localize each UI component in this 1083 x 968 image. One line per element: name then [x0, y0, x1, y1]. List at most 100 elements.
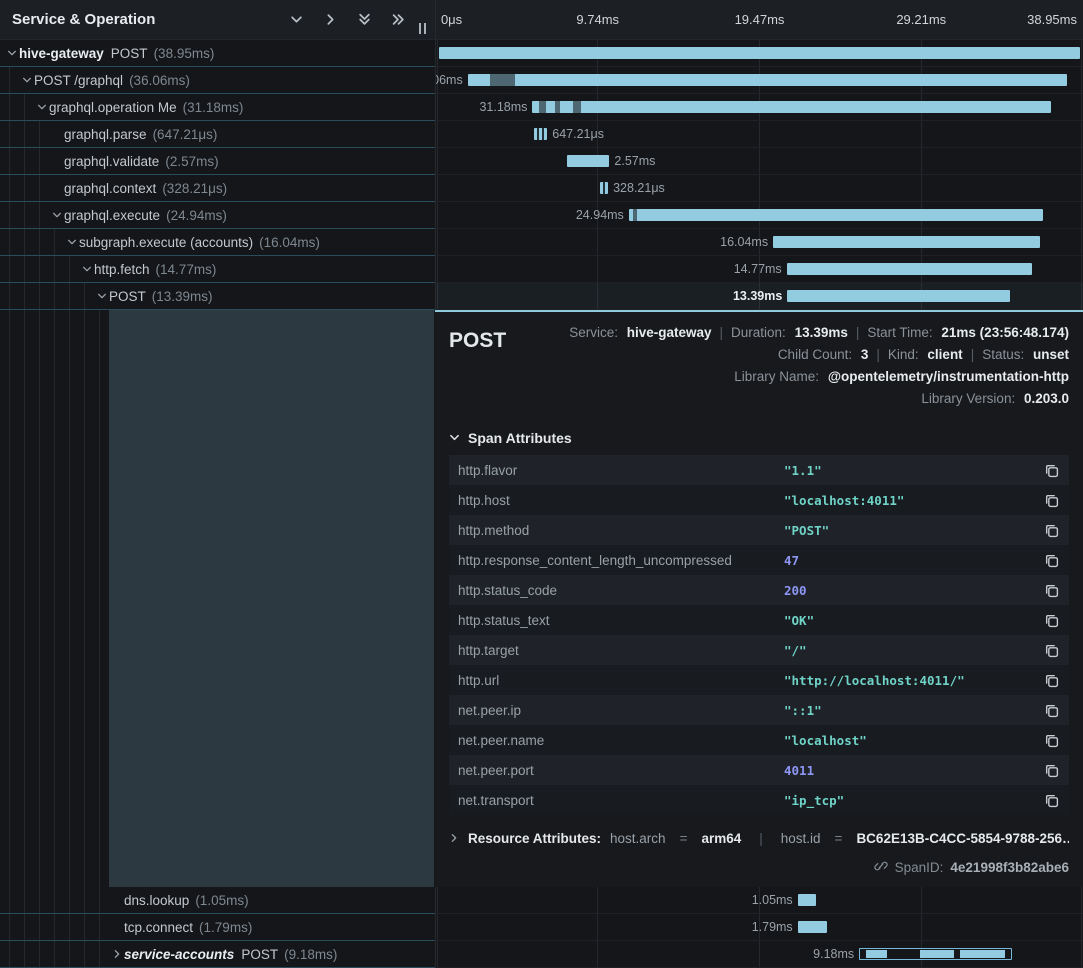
span-bar[interactable] — [773, 236, 1040, 248]
chevron-right-button[interactable] — [322, 11, 339, 28]
tree-row-label-cell[interactable]: POST(13.39ms) — [0, 283, 435, 310]
span-bar-cell[interactable]: 1.79ms — [435, 914, 1083, 941]
tree-row-label-cell[interactable]: service-accountsPOST(9.18ms) — [0, 941, 435, 968]
double-chevron-right-button[interactable] — [390, 11, 407, 28]
chevron-down-icon[interactable] — [49, 210, 64, 220]
tree-row[interactable]: graphql.validate(2.57ms) 2.57ms — [0, 148, 1083, 175]
span-bar[interactable] — [534, 128, 547, 140]
timeline-tick: 19.47ms — [735, 12, 785, 27]
span-bar-cell[interactable]: 13.39ms — [435, 283, 1083, 310]
span-bar-cell[interactable]: 328.21μs — [435, 175, 1083, 202]
tree-row-label-cell[interactable]: hive-gatewayPOST(38.95ms) — [0, 40, 435, 67]
tree-row[interactable]: graphql.execute(24.94ms)24.94ms — [0, 202, 1083, 229]
tree-row[interactable]: hive-gatewayPOST(38.95ms) — [0, 40, 1083, 67]
tree-row-label-cell[interactable]: dns.lookup(1.05ms) — [0, 887, 435, 914]
chevron-down-icon[interactable] — [19, 75, 34, 85]
span-bar[interactable] — [798, 921, 828, 933]
link-icon[interactable] — [874, 859, 888, 876]
span-bar[interactable] — [798, 894, 816, 906]
tree-row[interactable]: POST(13.39ms)13.39ms — [0, 283, 1083, 310]
chevron-down-icon[interactable] — [34, 102, 49, 112]
span-bar-cell[interactable]: 24.94ms — [435, 202, 1083, 229]
span-bar[interactable] — [532, 101, 1050, 113]
span-meta-line: Service: hive-gateway|Duration: 13.39ms|… — [528, 322, 1069, 344]
span-bar-cell[interactable]: 1.05ms — [435, 887, 1083, 914]
meta-value: client — [927, 347, 962, 362]
tree-row[interactable]: http.fetch(14.77ms)14.77ms — [0, 256, 1083, 283]
chevron-down-icon[interactable] — [94, 291, 109, 301]
span-bar[interactable] — [600, 182, 608, 194]
indent-guide — [9, 887, 10, 913]
panel-resize-handle[interactable] — [419, 23, 426, 34]
copy-button[interactable] — [1042, 671, 1061, 690]
tree-row[interactable]: POST /graphql(36.06ms)36.06ms — [0, 67, 1083, 94]
timeline-tick: 29.21ms — [896, 12, 946, 27]
chevron-right-icon[interactable] — [109, 949, 124, 959]
span-bar-cell[interactable]: 16.04ms — [435, 229, 1083, 256]
tree-row-label-cell[interactable]: graphql.context(328.21μs) — [0, 175, 435, 202]
tree-row[interactable]: subgraph.execute (accounts)(16.04ms)16.0… — [0, 229, 1083, 256]
chevron-down-icon[interactable] — [79, 264, 94, 274]
span-attributes-toggle[interactable]: Span Attributes — [449, 430, 1069, 446]
chevron-down-icon — [22, 75, 32, 85]
chevron-down-icon[interactable] — [4, 48, 19, 58]
span-bar-cell[interactable]: 14.77ms — [435, 256, 1083, 283]
tree-row-label-cell[interactable]: http.fetch(14.77ms) — [0, 256, 435, 283]
tree-row-label-cell[interactable]: POST /graphql(36.06ms) — [0, 67, 435, 94]
span-bar[interactable] — [567, 155, 610, 167]
span-bar-cell[interactable]: 9.18ms — [435, 941, 1083, 968]
span-bar-cell[interactable]: 36.06ms — [435, 67, 1083, 94]
tree-row[interactable]: graphql.parse(647.21μs)647.21μs — [0, 121, 1083, 148]
tree-row-label-cell[interactable]: subgraph.execute (accounts)(16.04ms) — [0, 229, 435, 256]
indent-guide — [69, 283, 70, 309]
indent-guide — [54, 887, 55, 913]
span-bar-cell[interactable]: 2.57ms — [435, 148, 1083, 175]
copy-button[interactable] — [1042, 461, 1061, 480]
tree-row[interactable]: service-accountsPOST(9.18ms)9.18ms — [0, 941, 1083, 968]
indent-guide — [9, 148, 10, 174]
copy-button[interactable] — [1042, 641, 1061, 660]
copy-button[interactable] — [1042, 611, 1061, 630]
attribute-value: "localhost" — [784, 733, 1042, 748]
span-bar[interactable] — [787, 290, 1010, 302]
attribute-key: net.peer.ip — [458, 703, 784, 718]
meta-label: Child Count: — [778, 347, 856, 362]
copy-button[interactable] — [1042, 731, 1061, 750]
tree-row-label-cell[interactable]: graphql.parse(647.21μs) — [0, 121, 435, 148]
span-bar-cell[interactable] — [435, 40, 1083, 67]
operation-name: tcp.connect — [124, 920, 193, 935]
indent-guide — [84, 283, 85, 309]
span-bar[interactable] — [468, 74, 1067, 86]
span-bar[interactable] — [629, 209, 1043, 221]
chevron-down-button[interactable] — [288, 11, 305, 28]
span-bar[interactable] — [859, 948, 1012, 960]
copy-button[interactable] — [1042, 581, 1061, 600]
copy-button[interactable] — [1042, 791, 1061, 810]
span-bar-cell[interactable]: 647.21μs — [435, 121, 1083, 148]
double-chevron-down-button[interactable] — [356, 11, 373, 28]
tree-row[interactable]: dns.lookup(1.05ms)1.05ms — [0, 887, 1083, 914]
span-bar[interactable] — [787, 263, 1032, 275]
copy-icon — [1044, 463, 1059, 478]
indent-guide — [54, 256, 55, 282]
indent-guide — [24, 887, 25, 913]
tree-row-label-cell[interactable]: tcp.connect(1.79ms) — [0, 914, 435, 941]
copy-button[interactable] — [1042, 491, 1061, 510]
copy-button[interactable] — [1042, 521, 1061, 540]
resource-attributes-toggle[interactable]: Resource Attributes:host.arch=arm64|host… — [449, 831, 1069, 846]
copy-button[interactable] — [1042, 701, 1061, 720]
attribute-key: net.peer.name — [458, 733, 784, 748]
tree-row[interactable]: graphql.context(328.21μs)328.21μs — [0, 175, 1083, 202]
span-bar-cell[interactable]: 31.18ms — [435, 94, 1083, 121]
tree-row-label-cell[interactable]: graphql.validate(2.57ms) — [0, 148, 435, 175]
copy-button[interactable] — [1042, 551, 1061, 570]
tree-row-label-cell[interactable]: graphql.operation Me(31.18ms) — [0, 94, 435, 121]
span-duration-label: 2.57ms — [614, 154, 655, 168]
chevron-down-icon[interactable] — [64, 237, 79, 247]
span-bar[interactable] — [439, 47, 1081, 59]
indent-guide — [39, 121, 40, 147]
tree-row[interactable]: tcp.connect(1.79ms)1.79ms — [0, 914, 1083, 941]
tree-row-label-cell[interactable]: graphql.execute(24.94ms) — [0, 202, 435, 229]
copy-button[interactable] — [1042, 761, 1061, 780]
tree-row[interactable]: graphql.operation Me(31.18ms)31.18ms — [0, 94, 1083, 121]
